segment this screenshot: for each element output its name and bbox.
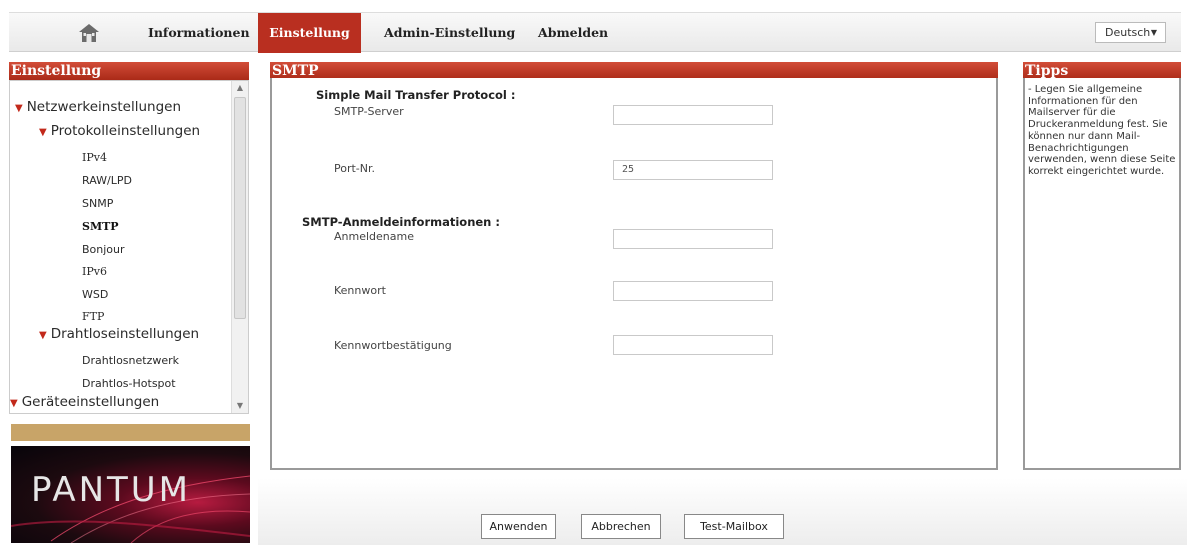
- apply-button[interactable]: Anwenden: [481, 514, 556, 539]
- section-heading-login: SMTP-Anmeldeinformationen :: [302, 215, 500, 229]
- language-select-value: Deutsch: [1105, 26, 1151, 39]
- tree-item-drahtlos-hotspot[interactable]: Drahtlos-Hotspot: [82, 377, 176, 390]
- sidebar-header: Einstellung: [9, 62, 249, 80]
- scroll-up-icon[interactable]: ▲: [232, 81, 248, 95]
- tree-item-smtp[interactable]: SMTP: [82, 220, 119, 233]
- expand-triangle-icon: ▼: [10, 398, 18, 409]
- scroll-down-icon[interactable]: ▼: [232, 399, 248, 413]
- tree-item-ipv4[interactable]: IPv4: [82, 151, 107, 164]
- tree-item-bonjour[interactable]: Bonjour: [82, 243, 125, 256]
- smtp-server-label: SMTP-Server: [334, 105, 404, 118]
- tree-item-drahtlosnetzwerk[interactable]: Drahtlosnetzwerk: [82, 354, 179, 367]
- port-label: Port-Nr.: [334, 162, 376, 175]
- password-label: Kennwort: [334, 284, 386, 297]
- tree-item-label: Geräteeinstellungen: [21, 394, 160, 410]
- tree-item-ipv6[interactable]: IPv6: [82, 265, 107, 278]
- login-name-label: Anmeldename: [334, 230, 414, 243]
- chevron-down-icon: ▼: [1150, 28, 1157, 37]
- tips-text: - Legen Sie allgemeine Informationen für…: [1028, 84, 1176, 177]
- tree-item-label: Protokolleinstellungen: [50, 123, 201, 139]
- smtp-server-input[interactable]: [613, 105, 773, 125]
- password-confirm-input[interactable]: [613, 335, 773, 355]
- port-input[interactable]: 25: [613, 160, 773, 180]
- expand-triangle-icon: ▼: [39, 330, 47, 341]
- password-input[interactable]: [613, 281, 773, 301]
- tree-item-drahtloseinstellungen[interactable]: ▼ Drahtloseinstellungen: [39, 326, 199, 342]
- top-nav-bar: Informationen Einstellung Admin-Einstell…: [9, 12, 1181, 53]
- tree-scrollbar[interactable]: ▲ ▼: [231, 81, 248, 413]
- tree-item-protokolleinstellungen[interactable]: ▼ Protokolleinstellungen: [39, 123, 200, 139]
- nav-abmelden[interactable]: Abmelden: [538, 13, 608, 53]
- home-icon[interactable]: [77, 23, 101, 43]
- pantum-logo: PANTUM: [11, 446, 250, 543]
- tree-item-geraeteeinstellungen[interactable]: ▼ Geräteeinstellungen: [10, 394, 159, 410]
- decorative-bar: [11, 424, 250, 441]
- tree-item-label: Netzwerkeinstellungen: [26, 99, 182, 115]
- tips-panel: - Legen Sie allgemeine Informationen für…: [1023, 78, 1181, 470]
- login-name-input[interactable]: [613, 229, 773, 249]
- logo-text: PANTUM: [31, 470, 192, 510]
- password-confirm-label: Kennwortbestätigung: [334, 339, 452, 352]
- expand-triangle-icon: ▼: [39, 127, 47, 138]
- sidebar-title: Einstellung: [11, 63, 102, 79]
- language-select[interactable]: Deutsch ▼: [1095, 22, 1166, 43]
- cancel-button[interactable]: Abbrechen: [581, 514, 661, 539]
- test-mailbox-button[interactable]: Test-Mailbox: [684, 514, 784, 539]
- nav-einstellung[interactable]: Einstellung: [258, 13, 361, 53]
- tree-item-label: Drahtloseinstellungen: [50, 326, 200, 342]
- page-title: SMTP: [272, 63, 319, 79]
- smtp-form-panel: Simple Mail Transfer Protocol : SMTP-Ser…: [270, 78, 998, 470]
- tree-item-ftp[interactable]: FTP: [82, 310, 104, 323]
- settings-tree: ▼ Netzwerkeinstellungen ▼ Protokolleinstel…: [9, 80, 249, 414]
- tree-item-netzwerkeinstellungen[interactable]: ▼ Netzwerkeinstellungen: [15, 99, 181, 115]
- section-heading-smtp: Simple Mail Transfer Protocol :: [316, 88, 516, 102]
- tree-item-raw-lpd[interactable]: RAW/LPD: [82, 174, 132, 187]
- nav-admin-einstellung[interactable]: Admin-Einstellung: [384, 13, 515, 53]
- expand-triangle-icon: ▼: [15, 103, 23, 114]
- tree-item-snmp[interactable]: SNMP: [82, 197, 113, 210]
- scrollbar-thumb[interactable]: [234, 97, 246, 319]
- tips-title: Tipps: [1025, 63, 1069, 79]
- nav-informationen[interactable]: Informationen: [148, 13, 250, 53]
- tree-item-wsd[interactable]: WSD: [82, 288, 108, 301]
